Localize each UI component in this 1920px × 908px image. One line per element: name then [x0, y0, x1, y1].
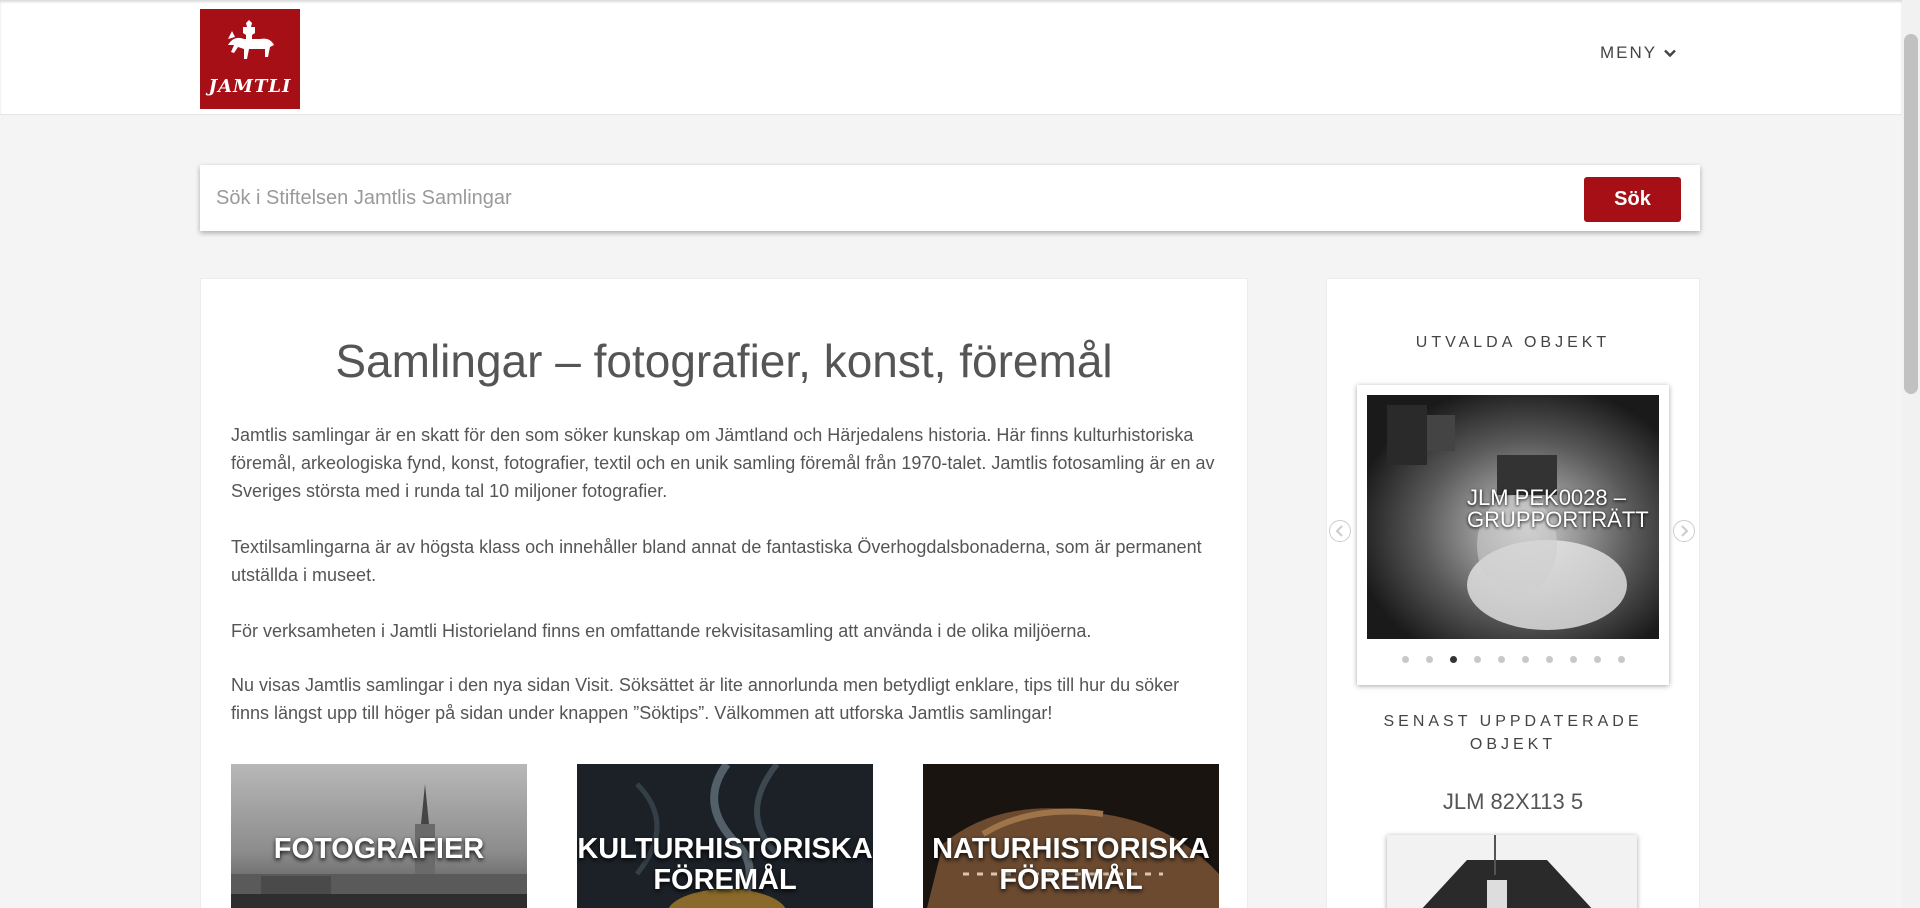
carousel-dot[interactable]	[1497, 656, 1505, 663]
page-title: Samlingar – fotografier, konst, föremål	[335, 335, 1113, 387]
search-bar: Sök	[200, 165, 1700, 231]
carousel-slide[interactable]: JLM PEK0028 – Grupporträtt	[1367, 395, 1659, 639]
logo-text: JAMTLI	[208, 76, 292, 97]
featured-heading: UTVALDA OBJEKT	[1415, 334, 1611, 351]
carousel-dot[interactable]	[1545, 656, 1553, 663]
carousel-dot[interactable]	[1569, 656, 1577, 663]
tile-kulturhistoriska[interactable]: KULTURHISTORISKA FÖREMÅL	[577, 764, 873, 908]
tile-fotografier[interactable]: FOTOGRAFIER	[231, 764, 527, 908]
tile-naturhistoriska[interactable]: NATURHISTORISKA FÖREMÅL	[923, 764, 1219, 908]
menu-button[interactable]: MENY	[1600, 42, 1677, 64]
recent-object-photo	[1387, 835, 1637, 908]
props-paragraph: För verksamheten i Jamtli Historieland f…	[231, 621, 1092, 641]
scrollbar-thumb[interactable]	[1904, 34, 1918, 394]
textile-paragraph: Textilsamlingarna är av högsta klass och…	[231, 537, 1202, 585]
main-content-card: Samlingar – fotografier, konst, föremål …	[200, 278, 1248, 908]
carousel-dot[interactable]	[1521, 656, 1529, 663]
carousel-dot[interactable]	[1473, 656, 1481, 663]
jamtli-emblem-icon	[228, 20, 274, 59]
carousel-dot[interactable]	[1617, 656, 1625, 663]
menu-label: MENY	[1600, 43, 1658, 62]
jamtli-logo[interactable]: JAMTLI	[200, 9, 300, 109]
carousel-dot[interactable]	[1449, 656, 1457, 663]
carousel-dot[interactable]	[1425, 656, 1433, 663]
search-input[interactable]	[216, 179, 1566, 217]
tile-label: NATURHISTORISKA FÖREMÅL	[932, 833, 1210, 896]
featured-carousel: JLM PEK0028 – Grupporträtt	[1357, 385, 1669, 685]
recent-object-title[interactable]: JLM 82X113 5	[1327, 789, 1699, 815]
sidebar: UTVALDA OBJEKT JLM PEK0028 – Grupporträt…	[1326, 278, 1700, 908]
carousel-caption: JLM PEK0028 – Grupporträtt	[1467, 485, 1649, 532]
search-button[interactable]: Sök	[1584, 177, 1681, 222]
carousel-dot[interactable]	[1593, 656, 1601, 663]
carousel-prev-button[interactable]	[1329, 520, 1351, 542]
intro-paragraph: Jamtlis samlingar är en skatt för den so…	[231, 425, 1215, 501]
carousel-next-button[interactable]	[1673, 520, 1695, 542]
carousel-dots	[1357, 656, 1669, 663]
chevron-down-icon	[1664, 49, 1676, 58]
recent-heading: SENAST UPPDATERADE OBJEKT	[1383, 713, 1643, 753]
chevron-left-icon	[1335, 525, 1343, 537]
tile-label: KULTURHISTORISKA FÖREMÅL	[577, 833, 873, 896]
site-header: JAMTLI MENY	[0, 0, 1902, 115]
chevron-right-icon	[1681, 525, 1689, 537]
recent-object-thumbnail[interactable]	[1387, 835, 1637, 908]
carousel-dot[interactable]	[1401, 656, 1409, 663]
collection-tiles: FOTOGRAFIER KULTURHISTORISKA FÖREMÅL NAT…	[231, 764, 1221, 908]
visit-paragraph: Nu visas Jamtlis samlingar i den nya sid…	[231, 675, 1180, 723]
tile-label: FOTOGRAFIER	[273, 833, 485, 865]
